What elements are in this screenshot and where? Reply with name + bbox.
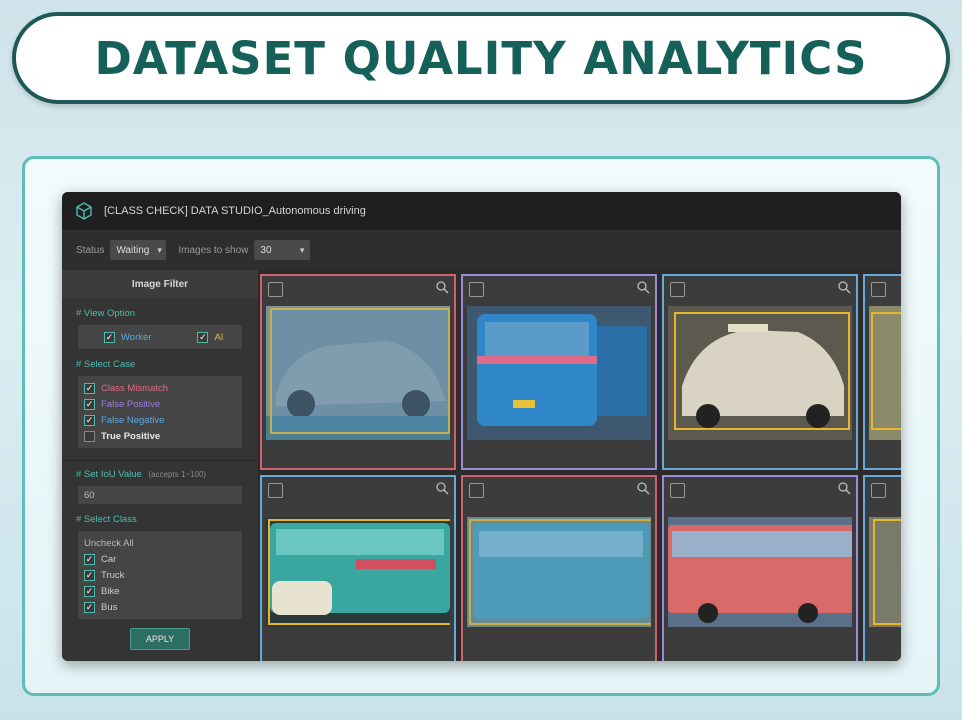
app-titlebar: [CLASS CHECK] DATA STUDIO_Autonomous dri… — [62, 192, 901, 231]
zoom-icon[interactable] — [837, 280, 851, 294]
case-label: True Positive — [101, 430, 161, 442]
zoom-icon[interactable] — [435, 481, 449, 495]
bbox-overlay — [873, 519, 901, 625]
checkbox-class-mismatch[interactable]: ✓ — [84, 382, 95, 394]
zoom-icon[interactable] — [837, 481, 851, 495]
class-label: Bike — [101, 585, 120, 597]
class-bus[interactable]: ✓ Bus — [84, 599, 236, 615]
select-case-label: # Select Case — [76, 359, 136, 370]
app-title: [CLASS CHECK] DATA STUDIO_Autonomous dri… — [104, 205, 366, 217]
iou-input[interactable]: 60 — [78, 486, 242, 504]
iou-hint: (accepts 1~100) — [148, 470, 207, 479]
image-card[interactable] — [260, 274, 456, 470]
photo-bus — [467, 306, 651, 440]
checkbox-bike[interactable]: ✓ — [84, 585, 95, 597]
zoom-icon[interactable] — [435, 280, 449, 294]
checkbox-ai[interactable]: ✓ — [197, 331, 209, 343]
view-option-worker[interactable]: ✓ Worker — [104, 329, 151, 345]
class-bike[interactable]: ✓ Bike — [84, 583, 236, 599]
select-checkbox[interactable] — [268, 483, 283, 498]
zoom-icon[interactable] — [636, 481, 650, 495]
title-banner: DATASET QUALITY ANALYTICS — [12, 12, 950, 104]
view-option-label-worker: Worker — [121, 331, 152, 343]
apply-button[interactable]: APPLY — [130, 628, 190, 650]
image-card[interactable] — [260, 475, 456, 661]
select-checkbox[interactable] — [469, 483, 484, 498]
image-card[interactable] — [461, 274, 657, 470]
app-window: [CLASS CHECK] DATA STUDIO_Autonomous dri… — [62, 192, 901, 661]
view-option-label: # View Option — [76, 308, 135, 319]
select-class-box: Uncheck All ✓ Car ✓ Truck ✓ Bike ✓ Bus — [78, 531, 242, 619]
chevron-down-icon: ▾ — [157, 244, 162, 255]
select-class-label: # Select Class — [76, 514, 137, 525]
photo-partial — [869, 517, 901, 627]
checkbox-true-positive[interactable] — [84, 430, 95, 442]
case-label: False Positive — [101, 398, 161, 410]
class-label: Truck — [101, 569, 125, 581]
class-label: Car — [101, 553, 117, 565]
image-card[interactable] — [662, 274, 858, 470]
select-checkbox[interactable] — [469, 282, 484, 297]
checkbox-worker[interactable]: ✓ — [104, 331, 115, 343]
case-label: False Negative — [101, 414, 165, 426]
select-checkbox[interactable] — [670, 483, 685, 498]
toolbar: Status Waiting ▾ Images to show 30 ▾ — [62, 230, 901, 270]
image-card[interactable] — [461, 475, 657, 661]
case-false-positive[interactable]: ✓ False Positive — [84, 396, 236, 412]
status-label: Status — [76, 244, 105, 256]
select-checkbox[interactable] — [670, 282, 685, 297]
select-checkbox[interactable] — [871, 483, 886, 498]
view-option-ai[interactable]: ✓ AI — [197, 329, 223, 345]
case-class-mismatch[interactable]: ✓ Class Mismatch — [84, 380, 236, 396]
cube-logo-icon — [76, 202, 92, 220]
bbox-overlay — [469, 519, 651, 625]
case-true-positive[interactable]: True Positive — [84, 428, 236, 444]
divider — [62, 460, 258, 461]
case-label: Class Mismatch — [101, 382, 169, 394]
checkbox-false-negative[interactable]: ✓ — [84, 414, 95, 426]
image-card[interactable] — [863, 274, 901, 470]
photo-car — [266, 306, 450, 440]
photo-taxi — [668, 306, 852, 440]
images-select[interactable]: 30 ▾ — [254, 240, 311, 260]
photo-partial — [869, 306, 901, 440]
images-value: 30 — [260, 244, 272, 256]
photo-bus-red — [668, 517, 852, 627]
page-title: DATASET QUALITY ANALYTICS — [94, 31, 868, 85]
select-checkbox[interactable] — [871, 282, 886, 297]
photo-bus-teal — [266, 517, 450, 627]
uncheck-all-link[interactable]: Uncheck All — [84, 535, 236, 551]
iou-label: # Set IoU Value — [76, 469, 142, 480]
case-false-negative[interactable]: ✓ False Negative — [84, 412, 236, 428]
filter-header: Image Filter — [62, 270, 258, 298]
image-filter-panel: Image Filter # View Option ✓ Worker ✓ AI… — [62, 270, 258, 661]
class-label: Bus — [101, 601, 118, 613]
checkbox-false-positive[interactable]: ✓ — [84, 398, 95, 410]
bbox-overlay — [270, 308, 450, 434]
photo-bus-teal-2 — [467, 517, 651, 627]
status-value: Waiting — [116, 244, 150, 256]
status-select[interactable]: Waiting ▾ — [110, 240, 167, 260]
checkbox-bus[interactable]: ✓ — [84, 601, 95, 613]
image-grid — [258, 270, 901, 661]
view-option-label-ai: AI — [214, 331, 224, 343]
image-card[interactable] — [863, 475, 901, 661]
select-case-box: ✓ Class Mismatch ✓ False Positive ✓ Fals… — [78, 376, 242, 448]
bus-illustration — [668, 517, 852, 627]
bbox-overlay — [871, 312, 901, 430]
images-label: Images to show — [178, 244, 249, 256]
iou-label-row: # Set IoU Value (accepts 1~100) — [76, 469, 258, 480]
bbox-overlay — [674, 312, 850, 430]
view-option-box: ✓ Worker ✓ AI — [78, 325, 242, 349]
image-card[interactable] — [662, 475, 858, 661]
class-car[interactable]: ✓ Car — [84, 551, 236, 567]
select-checkbox[interactable] — [268, 282, 283, 297]
checkbox-truck[interactable]: ✓ — [84, 569, 95, 581]
checkbox-car[interactable]: ✓ — [84, 553, 95, 565]
bbox-overlay — [268, 519, 450, 625]
bus-illustration — [467, 306, 651, 440]
class-truck[interactable]: ✓ Truck — [84, 567, 236, 583]
chevron-down-icon: ▾ — [299, 244, 305, 255]
zoom-icon[interactable] — [636, 280, 650, 294]
